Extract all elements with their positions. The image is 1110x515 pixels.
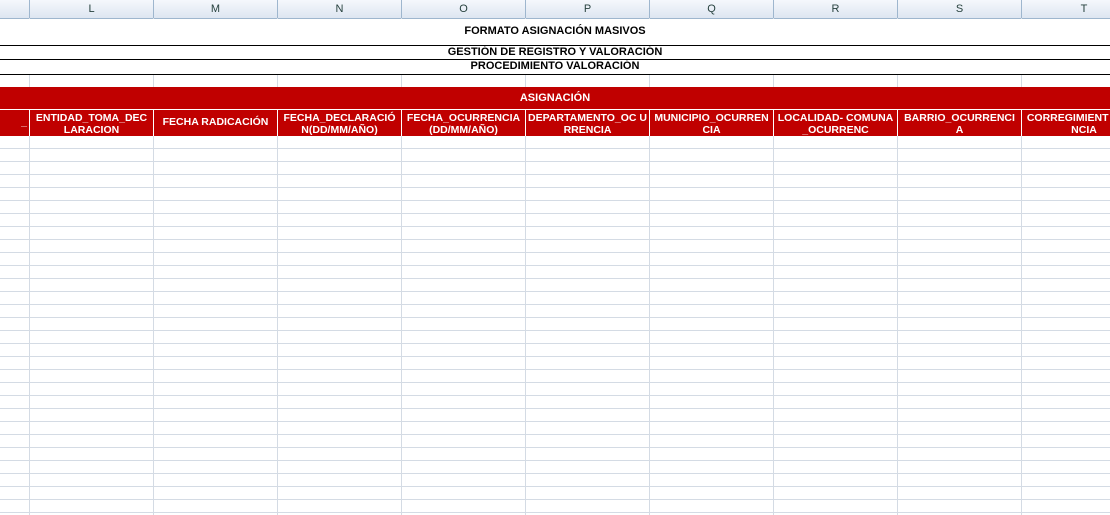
field-header-entidad[interactable]: ENTIDAD_TOMA_DEC LARACION bbox=[30, 109, 154, 136]
field-header-corregimiento[interactable]: CORREGIMIENT URRENCIA bbox=[1022, 109, 1110, 136]
assignment-band[interactable]: ASIGNACIÓN bbox=[0, 87, 1110, 109]
field-header-departamento[interactable]: DEPARTAMENTO_OC URRENCIA bbox=[526, 109, 650, 136]
column-header-l[interactable]: L bbox=[30, 0, 154, 18]
column-header-bar: L M N O P Q R S T bbox=[0, 0, 1110, 19]
spreadsheet[interactable]: L M N O P Q R S T FORMATO ASIGNACIÓN MAS… bbox=[0, 0, 1110, 515]
gridline bbox=[525, 136, 526, 515]
gridline bbox=[401, 136, 402, 515]
field-header-fecha-radicacion[interactable]: FECHA RADICACIÓN bbox=[154, 109, 278, 136]
column-header-m[interactable]: M bbox=[154, 0, 278, 18]
format-title[interactable]: FORMATO ASIGNACIÓN MASIVOS bbox=[0, 19, 1110, 45]
subtitle-procedure[interactable]: PROCEDIMIENTO VALORACIÓN bbox=[0, 59, 1110, 75]
field-header-localidad[interactable]: LOCALIDAD- COMUNA_OCURRENC bbox=[774, 109, 898, 136]
field-header-k[interactable]: _ bbox=[0, 109, 30, 136]
subtitle-management[interactable]: GESTIÓN DE REGISTRO Y VALORACIÓN bbox=[0, 45, 1110, 60]
empty-row[interactable] bbox=[0, 74, 1110, 88]
field-header-fecha-ocurrencia[interactable]: FECHA_OCURRENCIA (DD/MM/AÑO) bbox=[402, 109, 526, 136]
cell-grid[interactable] bbox=[0, 136, 1110, 515]
column-header-r[interactable]: R bbox=[774, 0, 898, 18]
gridline bbox=[29, 136, 30, 515]
column-header-n[interactable]: N bbox=[278, 0, 402, 18]
gridline bbox=[1021, 136, 1022, 515]
column-header-q[interactable]: Q bbox=[650, 0, 774, 18]
gridline bbox=[153, 136, 154, 515]
field-header-municipio[interactable]: MUNICIPIO_OCURREN CIA bbox=[650, 109, 774, 136]
column-header-k-partial[interactable] bbox=[0, 0, 30, 18]
gridline bbox=[897, 136, 898, 515]
column-header-p[interactable]: P bbox=[526, 0, 650, 18]
field-header-barrio[interactable]: BARRIO_OCURRENCI A bbox=[898, 109, 1022, 136]
field-header-fecha-declaracion[interactable]: FECHA_DECLARACIÓ N(DD/MM/AÑO) bbox=[278, 109, 402, 136]
gridline bbox=[277, 136, 278, 515]
column-header-s[interactable]: S bbox=[898, 0, 1022, 18]
column-header-t[interactable]: T bbox=[1022, 0, 1110, 18]
column-header-o[interactable]: O bbox=[402, 0, 526, 18]
gridline bbox=[773, 136, 774, 515]
gridline bbox=[649, 136, 650, 515]
